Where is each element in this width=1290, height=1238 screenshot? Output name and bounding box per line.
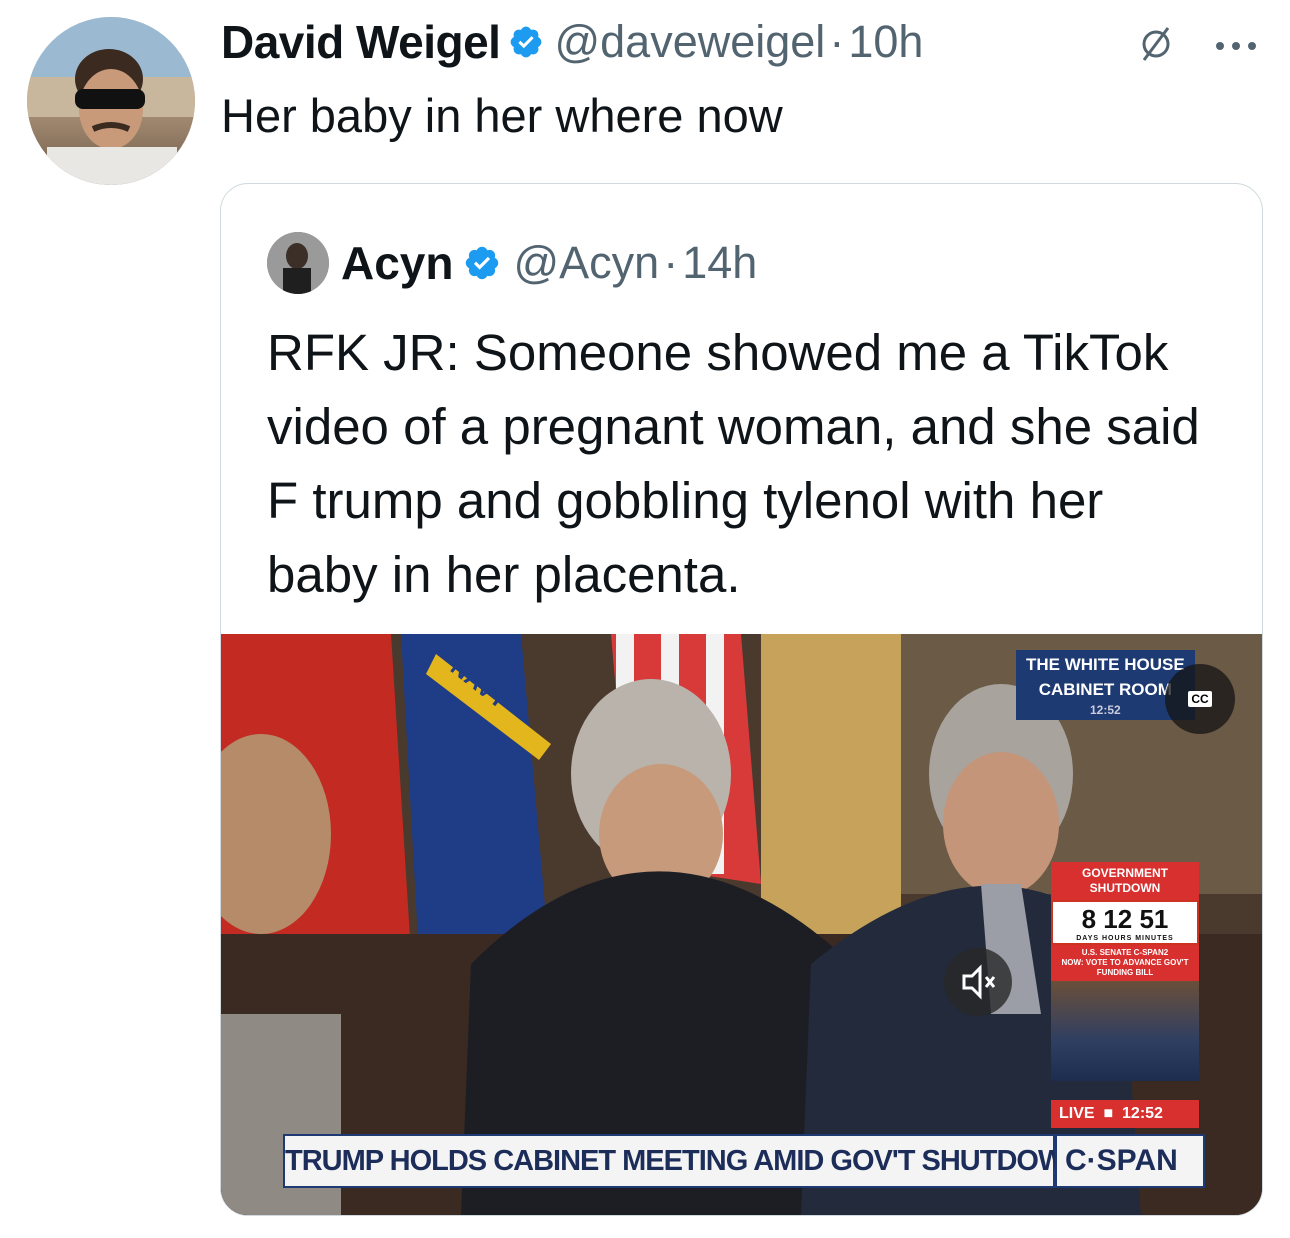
senate-banner: U.S. SENATE C-SPAN2 NOW: VOTE TO ADVANCE… — [1051, 945, 1199, 981]
user-avatar-photo-icon — [27, 17, 195, 185]
quote-text: RFK JR: Someone showed me a TikTok video… — [267, 324, 1200, 603]
shutdown-counter: 8 12 51 DAYS HOURS MINUTES — [1051, 900, 1199, 945]
quote-author-name[interactable]: Acyn — [341, 236, 453, 290]
shutdown-count: 8 12 51 — [1081, 904, 1169, 934]
tweet-header: David Weigel @daveweigel · 10h — [221, 14, 923, 70]
video-player[interactable]: NAVY THE WHITE HOUSE CABINET ROOM 12:52 … — [221, 634, 1262, 1215]
news-chyron: TRUMP HOLDS CABINET MEETING AMID GOV'T S… — [283, 1134, 1085, 1188]
quote-header: Acyn @Acyn · 14h — [267, 232, 757, 294]
live-time: 12:52 — [1122, 1105, 1163, 1122]
senate-floor-thumbnail — [1051, 981, 1199, 1081]
separator-dot: · — [663, 237, 679, 288]
shutdown-title: GOVERNMENT SHUTDOWN — [1051, 862, 1199, 900]
live-indicator: LIVE ■ 12:52 — [1051, 1100, 1199, 1128]
quote-author-handle[interactable]: @Acyn — [513, 237, 659, 289]
senate-line1: U.S. SENATE C-SPAN2 — [1081, 948, 1169, 957]
closed-captions-label: CC — [1188, 691, 1212, 707]
live-label: LIVE — [1059, 1105, 1095, 1122]
location-line2: CABINET ROOM — [1038, 680, 1172, 699]
verified-badge-icon — [463, 244, 501, 282]
quoted-tweet-card[interactable]: Acyn @Acyn · 14h RFK JR: Someone showed … — [220, 183, 1263, 1216]
author-name[interactable]: David Weigel — [221, 15, 501, 69]
location-line1: THE WHITE HOUSE — [1026, 655, 1185, 674]
location-time: 12:52 — [1089, 703, 1121, 717]
separator-dot: · — [829, 16, 845, 67]
author-handle[interactable]: @daveweigel — [554, 16, 825, 68]
author-avatar[interactable] — [27, 17, 195, 185]
network-logo: C·SPAN — [1055, 1134, 1205, 1188]
closed-captions-button[interactable]: CC — [1165, 664, 1235, 734]
verified-badge-icon — [508, 24, 544, 60]
quote-timestamp[interactable]: 14h — [682, 237, 757, 289]
muted-conversation-icon[interactable] — [1136, 26, 1176, 62]
quote-avatar-photo-icon — [267, 232, 329, 294]
tweet-text: Her baby in her where now — [221, 89, 783, 142]
tweet-timestamp[interactable]: 10h — [848, 16, 923, 68]
live-dot-icon: ■ — [1099, 1105, 1118, 1122]
quote-author-avatar[interactable] — [267, 232, 329, 294]
shutdown-clock: GOVERNMENT SHUTDOWN 8 12 51 DAYS HOURS M… — [1051, 862, 1199, 1081]
senate-line2: NOW: VOTE TO ADVANCE GOV'T FUNDING BILL — [1061, 958, 1189, 977]
more-options-icon[interactable] — [1214, 38, 1258, 50]
volume-muted-icon[interactable] — [944, 948, 1012, 1016]
shutdown-units: DAYS HOURS MINUTES — [1076, 935, 1174, 942]
